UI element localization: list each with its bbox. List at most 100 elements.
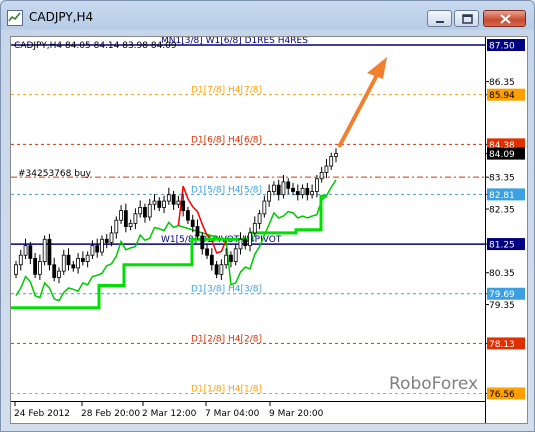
chart-svg: MN1[3/8] W1[6/8] D1RES H4RES D1[7/8] H4[7… [11, 37, 525, 423]
candle-body [171, 194, 176, 205]
level-label: D1[1/8] H4[1/8] [191, 384, 262, 394]
x-tick-label: 7 Mar 04:00 [205, 409, 260, 419]
level-label: MN1[3/8] W1[6/8] D1RES H4RES [161, 37, 308, 46]
candle-body [162, 200, 166, 208]
candle-body [166, 194, 171, 202]
candle-body [281, 181, 286, 196]
level-label: D1[6/8] H4[6/8] [191, 135, 262, 145]
candle-body [14, 264, 18, 275]
candle-body [123, 210, 128, 227]
x-tick-label: 2 Mar 12:00 [142, 409, 197, 419]
candle-body [186, 210, 190, 221]
candle-body [37, 261, 42, 275]
close-button[interactable] [483, 10, 526, 27]
chart-area[interactable]: MN1[3/8] W1[6/8] D1RES H4RES D1[7/8] H4[7… [10, 36, 528, 424]
candle-body [305, 187, 310, 196]
chart-app-icon [7, 10, 23, 26]
price-tag-label: 78.13 [489, 340, 515, 350]
y-tick-label: 80.35 [489, 269, 515, 279]
level-label: D1[7/8] H4[7/8] [191, 86, 262, 96]
candle-body [195, 226, 200, 237]
candle-body [128, 222, 133, 227]
candle-body [61, 254, 66, 272]
candle-body [52, 264, 57, 278]
candle-body [190, 219, 195, 227]
arrow-annotation [337, 57, 387, 148]
candle-body [157, 200, 162, 208]
level-label: D1[2/8] H4[2/8] [191, 334, 262, 344]
y-tick-label: 83.35 [489, 174, 515, 184]
candle-body [248, 232, 252, 247]
candle-body [85, 254, 90, 262]
trailing-step-green [11, 194, 327, 310]
y-tick-label: 86.35 [489, 78, 515, 88]
x-tick-label: 28 Feb 20:00 [81, 409, 140, 419]
candle-body [42, 238, 47, 262]
candle-body [143, 207, 147, 218]
y-tick-label: 82.35 [489, 206, 515, 216]
maximize-button[interactable] [454, 10, 479, 27]
candle-body [319, 171, 324, 180]
candle-body [104, 238, 109, 243]
candle-body [23, 245, 28, 256]
candle-body [329, 156, 334, 167]
price-tag-label: 87.50 [489, 42, 515, 52]
y-tick-label: 79.35 [489, 301, 515, 311]
candle-body [276, 184, 281, 196]
candle-body [252, 222, 257, 234]
candle-body [66, 254, 71, 266]
price-tag-label: 82.81 [489, 191, 515, 201]
candle-body [76, 257, 80, 269]
candle-body [18, 254, 23, 266]
current-price-tag-label: 84.09 [489, 150, 515, 160]
candle-body [95, 245, 100, 253]
candle-body [238, 238, 243, 250]
candle-body [181, 200, 186, 212]
info-line: CADJPY,H4 84.05 84.14 83.98 84.09 [14, 41, 177, 51]
price-tag-label: 81.25 [489, 241, 515, 251]
candle-body [90, 245, 95, 256]
order-label: #34253768 buy [18, 169, 92, 179]
minimize-icon [436, 21, 444, 23]
x-tick-label: 9 Mar 20:00 [269, 409, 324, 419]
candle-body [295, 191, 300, 196]
candle-body [133, 213, 138, 224]
candle-body [257, 213, 262, 224]
candle-body [71, 264, 76, 269]
candle-body [324, 165, 329, 173]
maximize-icon [462, 14, 473, 24]
candle-body [47, 238, 52, 266]
candle-body [80, 257, 85, 262]
candle-body [334, 153, 338, 157]
candle-body [272, 184, 276, 192]
watermark: RoboForex [389, 374, 478, 394]
candle-body [314, 178, 319, 192]
candle-body [233, 248, 238, 262]
minimize-button[interactable] [427, 10, 452, 27]
candle-body [119, 210, 123, 221]
candle-body [57, 270, 61, 278]
window-title: CADJPY,H4 [29, 10, 94, 24]
candle-body [219, 264, 224, 275]
candle-body [214, 264, 219, 275]
candle-body [109, 232, 114, 243]
candle-body [205, 248, 209, 256]
candle-body [176, 200, 181, 205]
candle-body [229, 254, 233, 262]
candle-body [291, 187, 295, 192]
close-icon [500, 14, 511, 24]
candle-body [138, 207, 143, 215]
price-tag-label: 79.69 [489, 290, 515, 300]
price-tag-label: 76.56 [489, 390, 515, 400]
price-tag-label: 85.94 [489, 91, 515, 101]
level-label: D1[5/8] H4[5/8] [191, 185, 262, 195]
candle-body [209, 254, 214, 266]
x-tick-label: 24 Feb 2012 [14, 409, 70, 419]
candle-body [200, 235, 205, 250]
candle-body [300, 187, 305, 196]
candle-body [114, 219, 119, 234]
title-bar[interactable]: CADJPY,H4 [7, 7, 528, 29]
candle-body [262, 200, 267, 215]
candle-body [243, 238, 248, 247]
candle-body [28, 245, 33, 259]
